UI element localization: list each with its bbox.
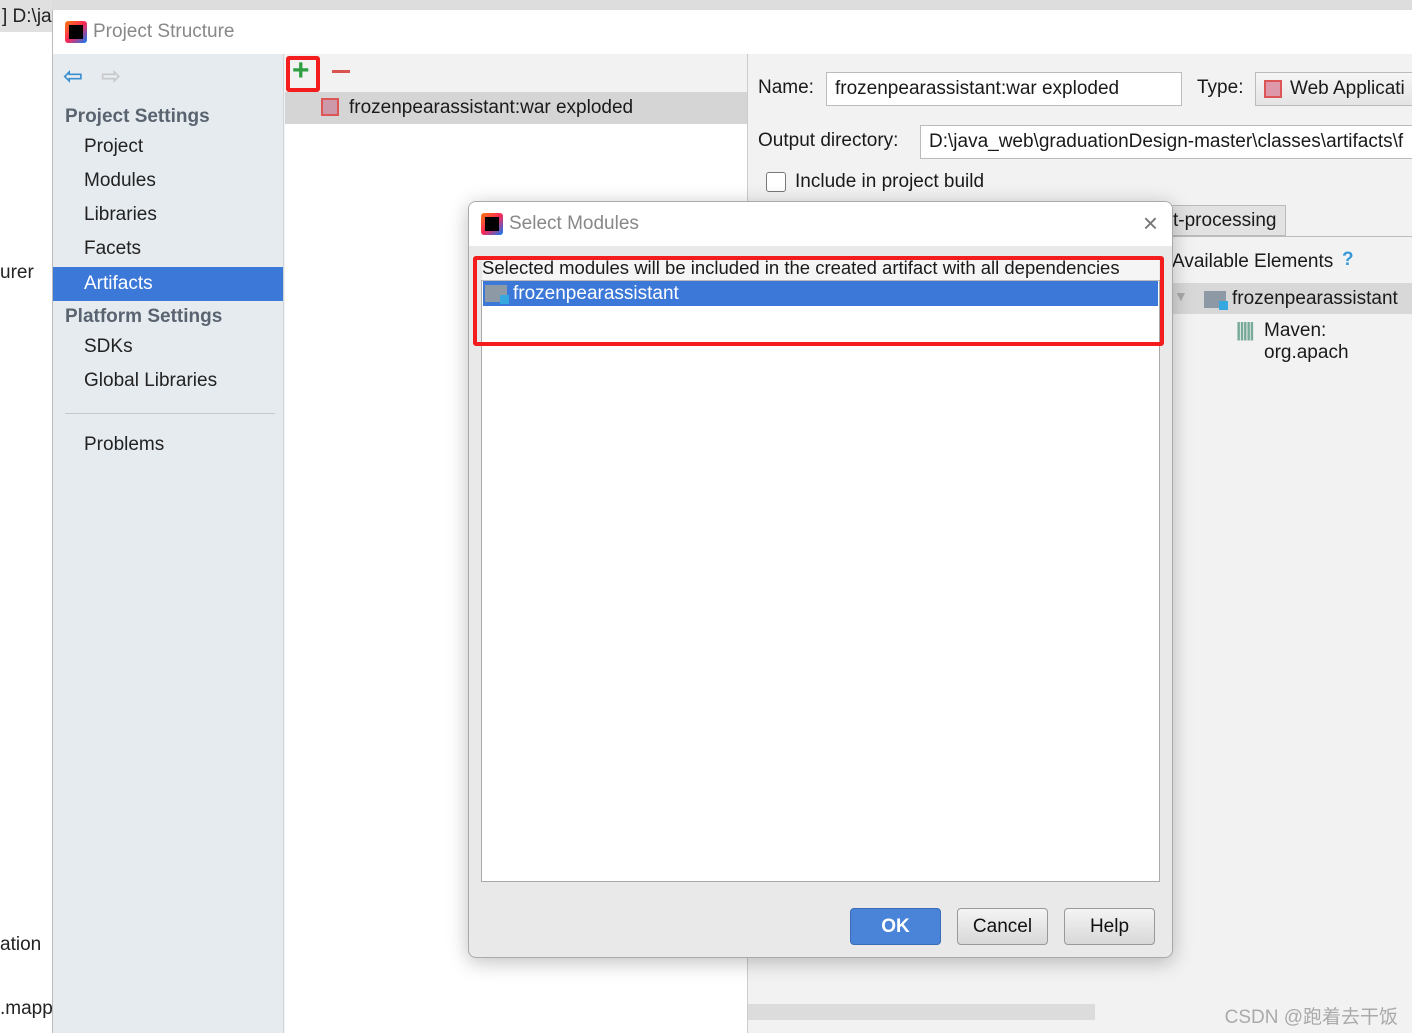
name-input[interactable]: frozenpearassistant:war exploded [826, 72, 1182, 106]
output-directory-label: Output directory: [758, 130, 899, 151]
module-folder-icon [1204, 291, 1228, 311]
sidebar-item-project[interactable]: Project [53, 130, 283, 164]
dialog-title-bar: Select Modules × [469, 202, 1172, 246]
include-build-label: Include in project build [795, 171, 985, 192]
sidebar: ⇦ ⇨ Project Settings Project Modules Lib… [53, 54, 284, 1033]
artifacts-toolbar: + [285, 54, 747, 92]
artifact-list-item[interactable]: frozenpearassistant:war exploded [285, 92, 747, 124]
sidebar-item-artifacts[interactable]: Artifacts [53, 267, 283, 301]
background-text: .mapp [0, 998, 53, 1019]
title-bar: Project Structure [53, 10, 1412, 54]
divider [1168, 236, 1412, 237]
include-build-checkbox[interactable] [766, 172, 786, 192]
highlight-box [473, 256, 1164, 346]
output-directory-input[interactable]: D:\java_web\graduationDesign-master\clas… [920, 125, 1412, 159]
background-topbar [0, 0, 1412, 10]
forward-arrow-icon[interactable]: ⇨ [101, 62, 121, 91]
name-label: Name: [758, 77, 814, 98]
window-title: Project Structure [93, 21, 235, 42]
type-select[interactable]: Web Applicati [1255, 72, 1412, 106]
artifact-label: frozenpearassistant:war exploded [349, 97, 634, 118]
sidebar-item-sdks[interactable]: SDKs [53, 330, 283, 364]
remove-icon[interactable] [332, 70, 350, 73]
select-modules-dialog: Select Modules × Selected modules will b… [468, 201, 1173, 958]
expand-icon[interactable]: ▼ [1174, 288, 1188, 304]
sidebar-item-facets[interactable]: Facets [53, 232, 283, 266]
sidebar-item-libraries[interactable]: Libraries [53, 198, 283, 232]
intellij-logo-icon [65, 21, 87, 43]
divider [65, 413, 275, 414]
tree-item[interactable]: ▼ frozenpearassistant [1168, 283, 1412, 314]
maven-library-icon: ||||| [1236, 320, 1255, 341]
close-icon[interactable]: × [1143, 208, 1158, 239]
web-app-icon [1264, 80, 1282, 98]
back-arrow-icon[interactable]: ⇦ [63, 62, 83, 91]
background-text: ] D:\ja [2, 6, 52, 27]
type-label: Type: [1197, 77, 1244, 98]
sidebar-item-global-libraries[interactable]: Global Libraries [53, 364, 283, 398]
sidebar-item-modules[interactable]: Modules [53, 164, 283, 198]
available-elements-label: Available Elements [1172, 251, 1334, 272]
help-button[interactable]: Help [1064, 908, 1155, 945]
type-value: Web Applicati [1290, 78, 1405, 99]
help-icon[interactable]: ? [1342, 249, 1354, 271]
cancel-button[interactable]: Cancel [957, 908, 1048, 945]
platform-settings-header: Platform Settings [65, 306, 223, 327]
scrollbar[interactable] [748, 1004, 1095, 1020]
project-settings-header: Project Settings [65, 106, 210, 127]
ok-button[interactable]: OK [850, 908, 941, 945]
tree-item-label[interactable]: Maven: org.apach [1264, 320, 1412, 364]
tree-item-label: frozenpearassistant [1232, 288, 1398, 309]
add-icon[interactable]: + [292, 54, 310, 88]
watermark: CSDN @跑着去干饭 [1224, 1007, 1398, 1028]
background-text: urer [0, 262, 34, 283]
tab-post-processing[interactable]: t-processing [1168, 205, 1286, 236]
modules-list: Selected modules will be included in the… [481, 257, 1160, 882]
background-text: ation [0, 934, 42, 955]
sidebar-item-problems[interactable]: Problems [53, 428, 283, 462]
dialog-title: Select Modules [509, 213, 639, 234]
intellij-logo-icon [481, 213, 503, 235]
artifact-war-icon [321, 98, 339, 116]
